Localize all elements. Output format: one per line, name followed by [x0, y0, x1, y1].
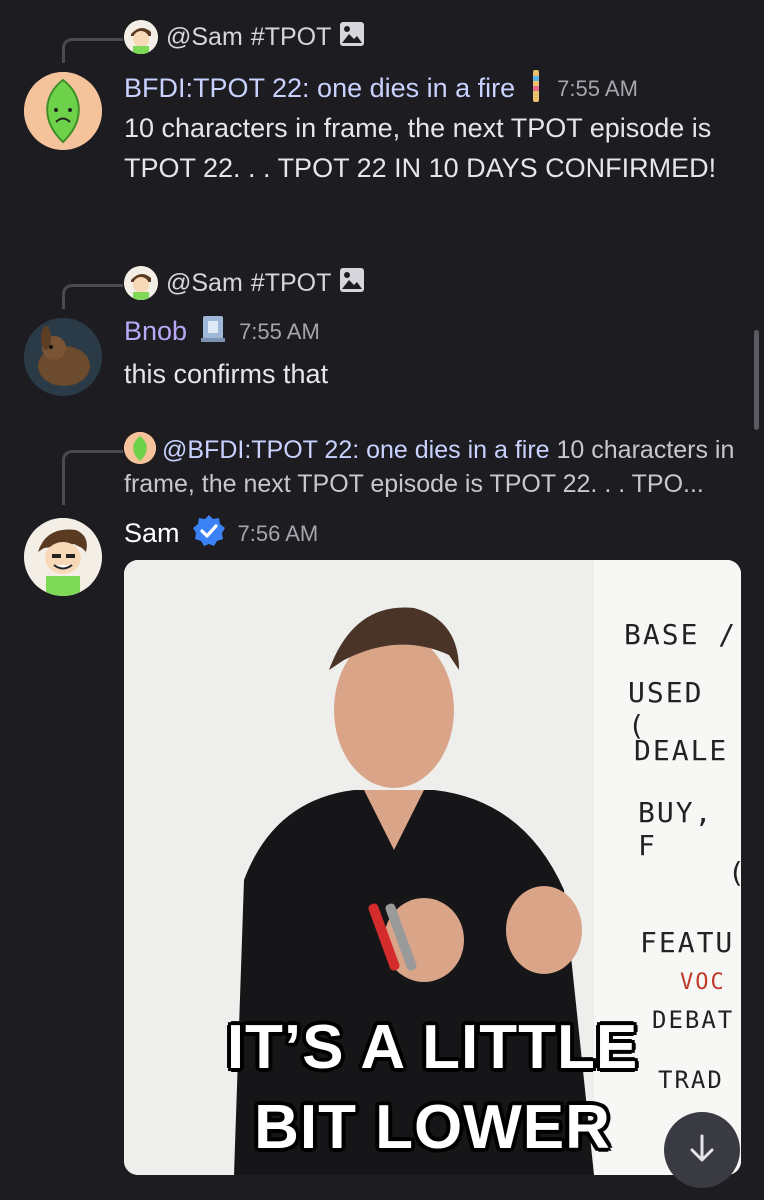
reply-author: @BFDI:TPOT 22: one dies in a fire [162, 436, 550, 464]
timestamp: 7:55 AM [557, 75, 638, 101]
author-row: BFDI:TPOT 22: one dies in a fire 7:55 AM [124, 68, 638, 109]
gif-caption-line-1: IT’S A LITTLE [226, 1013, 639, 1082]
board-line: DEALE [634, 734, 729, 767]
board-line: FEATU [640, 926, 735, 959]
timestamp: 7:56 AM [237, 520, 319, 546]
gif-caption-line-2: BIT LOWER [254, 1093, 611, 1162]
author-avatar[interactable] [24, 318, 102, 396]
message-text: this confirms that [124, 359, 329, 389]
reply-channel: #TPOT [250, 268, 332, 297]
reply-connector [62, 38, 123, 63]
board-line: VOC [680, 970, 726, 995]
reply-channel: #TPOT [250, 22, 332, 51]
reply-reference[interactable]: @Sam #TPOT [124, 266, 365, 300]
reply-avatar [124, 432, 156, 464]
board-line: ( [728, 856, 741, 889]
gif-attachment[interactable]: BASE / USED ( DEALE BUY, F ( FEATU VOC D… [124, 560, 741, 1175]
author-name[interactable]: Bnob [124, 316, 187, 347]
reply-reference[interactable]: @Sam #TPOT [124, 20, 365, 54]
jump-to-bottom-button[interactable] [664, 1112, 740, 1188]
reply-avatar [124, 266, 158, 300]
author-name[interactable]: BFDI:TPOT 22: one dies in a fire [124, 73, 515, 104]
reply-connector [62, 450, 123, 505]
reply-reference[interactable]: @BFDI:TPOT 22: one dies in a fire 10 cha… [124, 432, 744, 501]
board-line: BASE / [624, 618, 738, 651]
role-icon [527, 68, 545, 109]
reply-avatar [124, 20, 158, 54]
image-icon [339, 21, 365, 54]
author-name[interactable]: Sam [124, 518, 180, 549]
board-line: USED ( [628, 676, 704, 742]
author-row: Bnob 7:55 AM [124, 314, 320, 349]
reply-author: @Sam [166, 22, 243, 51]
role-icon [199, 314, 227, 349]
verified-badge-icon [192, 514, 226, 553]
reply-connector [62, 284, 123, 309]
reply-author: @Sam [166, 268, 243, 297]
scrollbar[interactable] [754, 330, 759, 430]
author-avatar[interactable] [24, 518, 102, 596]
image-icon [339, 267, 365, 300]
author-avatar[interactable] [24, 72, 102, 150]
timestamp: 7:55 AM [239, 318, 320, 344]
message-text: 10 characters in frame, the next TPOT ep… [124, 113, 717, 183]
author-row: Sam 7:56 AM [124, 514, 318, 553]
arrow-down-icon [685, 1131, 719, 1170]
board-line: BUY, F [638, 796, 714, 862]
